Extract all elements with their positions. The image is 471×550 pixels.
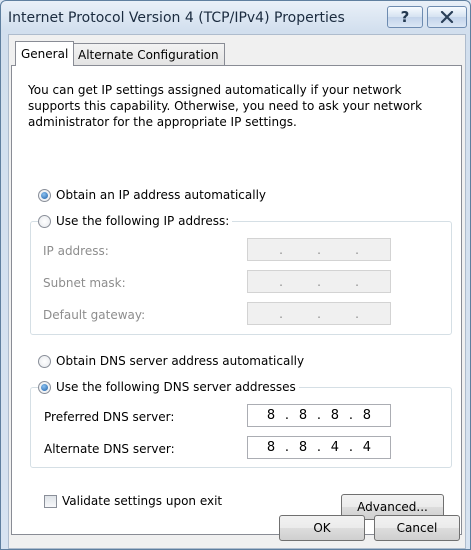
radio-selected-icon [38,380,51,394]
octet: 8 [266,440,276,455]
use-following-dns-radio[interactable]: Use the following DNS server addresses [38,380,299,394]
close-icon [440,11,454,23]
validate-settings-checkbox[interactable]: Validate settings upon exit [44,494,226,508]
preferred-dns-label: Preferred DNS server: [44,410,175,424]
default-gateway-field[interactable]: . . . [247,302,391,325]
checkbox-unchecked-icon [44,494,57,508]
octet-separator: . [355,306,359,321]
octet: 4 [362,440,372,455]
octet-separator: . [279,274,283,289]
close-button[interactable] [427,6,467,28]
octet: 8 [362,408,372,423]
octet: 4 [330,440,340,455]
octet-separator: . [316,408,322,423]
validate-settings-label: Validate settings upon exit [62,494,223,508]
use-following-ip-label: Use the following IP address: [56,214,230,228]
octet: 8 [266,408,276,423]
ok-button[interactable]: OK [279,515,365,541]
octet: 8 [330,408,340,423]
window-title: Internet Protocol Version 4 (TCP/IPv4) P… [8,10,345,26]
radio-unselected-icon [38,214,51,228]
subnet-mask-label: Subnet mask: [43,276,126,290]
octet-separator: . [284,408,290,423]
octet-separator: . [284,440,290,455]
octet-separator: . [355,242,359,257]
obtain-ip-automatically-radio[interactable]: Obtain an IP address automatically [38,188,270,202]
octet-separator: . [317,306,321,321]
tab-general[interactable]: General [15,41,75,66]
use-following-dns-label: Use the following DNS server addresses [56,380,296,394]
octet: 8 [298,440,308,455]
dialog-client-area: Alternate Configuration General You can … [8,34,466,549]
subnet-mask-field[interactable]: . . . [247,270,391,293]
octet-separator: . [355,274,359,289]
alternate-dns-label: Alternate DNS server: [44,442,175,456]
octet: 8 [298,408,308,423]
use-following-ip-radio[interactable]: Use the following IP address: [38,214,233,228]
alternate-dns-field[interactable]: 8 . 8 . 4 . 4 [247,436,391,459]
general-tab-panel: You can get IP settings assigned automat… [11,65,462,535]
ip-address-field[interactable]: . . . [247,238,391,261]
octet-separator: . [279,306,283,321]
radio-selected-icon [38,188,51,202]
default-gateway-label: Default gateway: [43,308,146,322]
octet-separator: . [316,440,322,455]
description-text: You can get IP settings assigned automat… [28,83,423,129]
obtain-dns-automatically-label: Obtain DNS server address automatically [56,354,305,368]
radio-unselected-icon [38,354,51,368]
octet-separator: . [348,440,353,455]
ip-address-label: IP address: [43,244,109,258]
octet-separator: . [317,242,321,257]
octet-separator: . [348,408,353,423]
help-button[interactable]: ? [387,6,423,28]
obtain-ip-automatically-label: Obtain an IP address automatically [56,188,267,202]
tab-alternate-configuration[interactable]: Alternate Configuration [72,43,225,65]
octet-separator: . [317,274,321,289]
preferred-dns-field[interactable]: 8 . 8 . 8 . 8 [247,404,391,427]
octet-separator: . [279,242,283,257]
obtain-dns-automatically-radio[interactable]: Obtain DNS server address automatically [38,354,308,368]
dialog-window: Internet Protocol Version 4 (TCP/IPv4) P… [0,0,471,550]
cancel-button[interactable]: Cancel [374,515,460,541]
